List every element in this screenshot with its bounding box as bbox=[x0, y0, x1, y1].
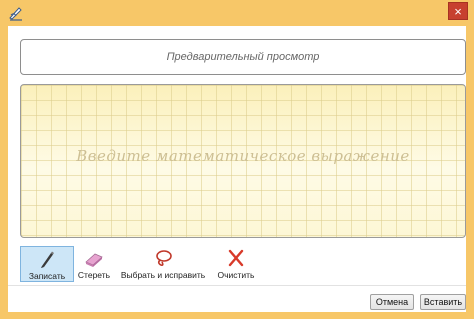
writing-pad[interactable]: Введите математическое выражение bbox=[20, 84, 466, 238]
cancel-button[interactable]: Отмена bbox=[370, 294, 414, 310]
lasso-select-icon bbox=[156, 250, 172, 266]
close-button[interactable]: × bbox=[448, 2, 468, 20]
pen-icon bbox=[41, 251, 54, 268]
write-tool-label: Записать bbox=[28, 271, 66, 281]
tool-bar: Записать Стереть Выбрать и исправить Очи… bbox=[8, 244, 268, 284]
insert-button-label: Вставить bbox=[423, 297, 463, 307]
math-input-panel-window: × Предварительный просмотр Введите матем… bbox=[0, 0, 474, 319]
eraser-icon bbox=[85, 253, 103, 267]
client-area: Предварительный просмотр Введите математ… bbox=[8, 26, 466, 312]
writing-pad-hint: Введите математическое выражение bbox=[76, 147, 410, 165]
preview-placeholder: Предварительный просмотр bbox=[166, 51, 320, 63]
title-bar[interactable]: × bbox=[0, 0, 474, 26]
clear-x-icon bbox=[228, 249, 244, 267]
write-tool-button[interactable]: Записать bbox=[20, 246, 74, 282]
erase-tool-label: Стереть bbox=[77, 270, 111, 280]
insert-button[interactable]: Вставить bbox=[420, 294, 466, 310]
select-and-correct-tool-label: Выбрать и исправить bbox=[120, 270, 206, 280]
preview-box: Предварительный просмотр bbox=[20, 39, 466, 75]
math-input-pen-icon bbox=[9, 7, 22, 21]
select-and-correct-tool-button[interactable]: Выбрать и исправить bbox=[116, 246, 210, 282]
close-icon: × bbox=[454, 4, 462, 19]
clear-tool-button[interactable]: Очистить bbox=[212, 246, 260, 282]
button-area-divider bbox=[8, 285, 466, 286]
erase-tool-button[interactable]: Стереть bbox=[74, 246, 114, 282]
clear-tool-label: Очистить bbox=[217, 270, 255, 280]
cancel-button-label: Отмена bbox=[375, 297, 409, 307]
